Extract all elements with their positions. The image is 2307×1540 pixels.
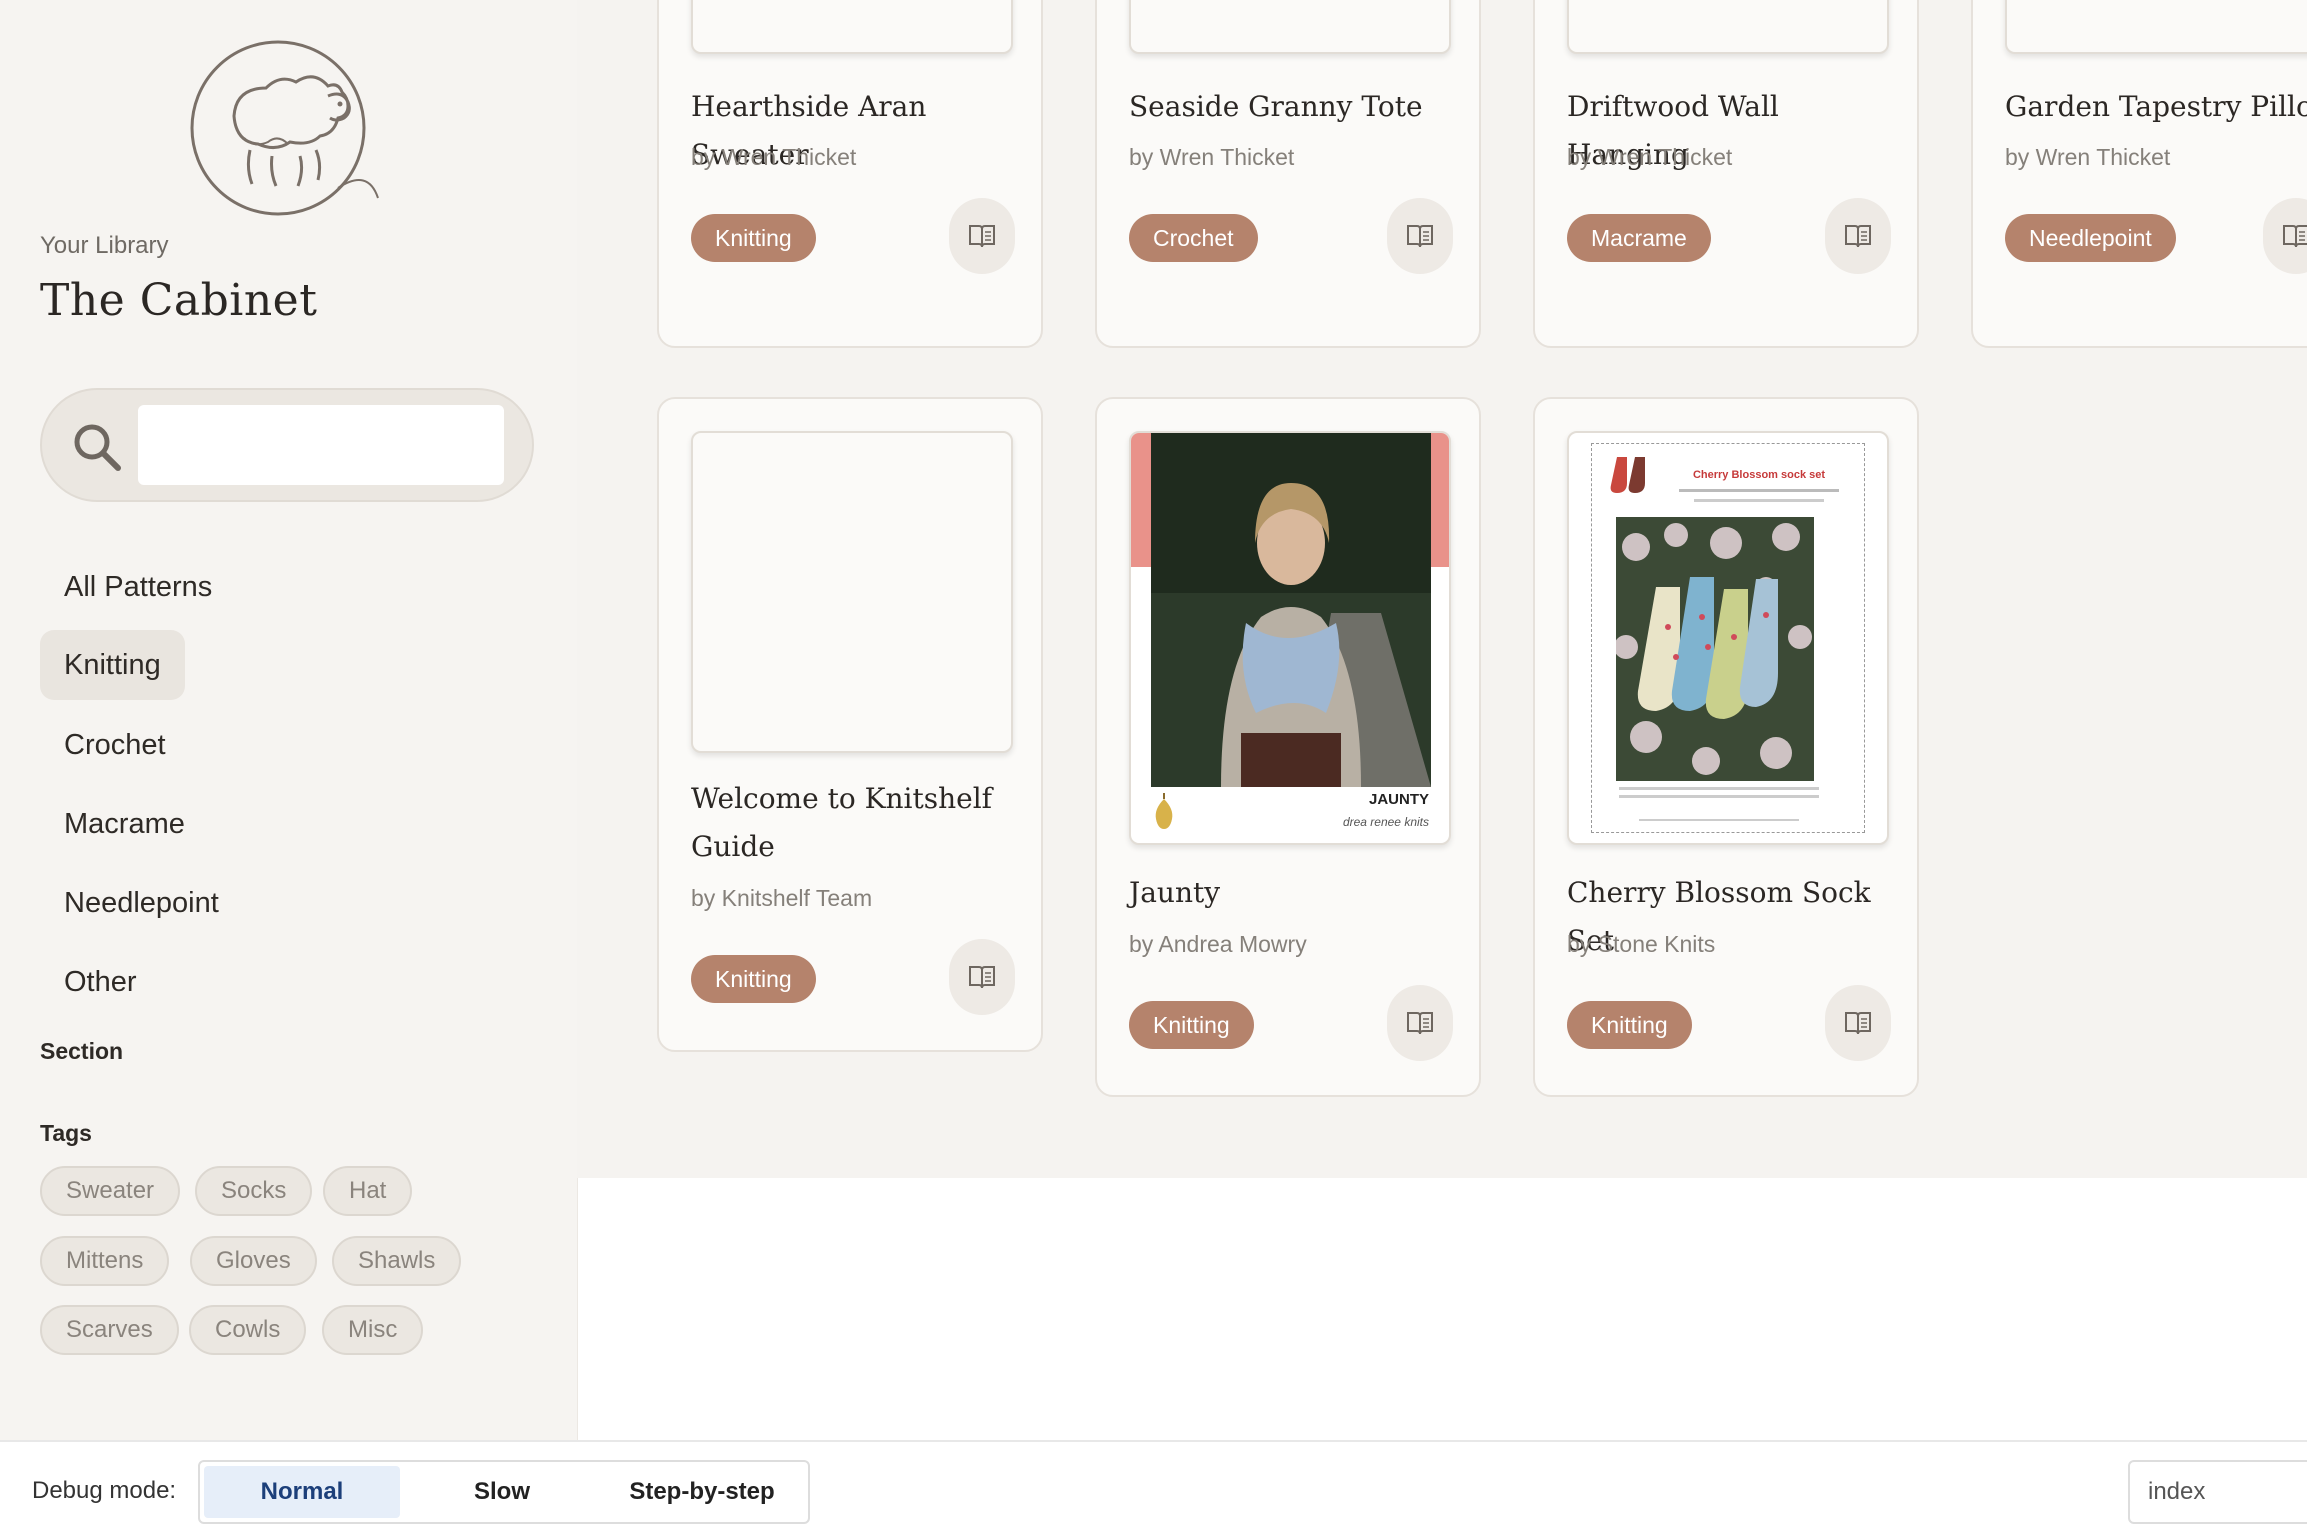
open-pattern-button[interactable] xyxy=(949,939,1015,1015)
nav-item-crochet[interactable]: Crochet xyxy=(40,710,190,780)
nav-item-other[interactable]: Other xyxy=(40,947,161,1017)
pattern-card[interactable]: Welcome to Knitshelf Guide by Knitshelf … xyxy=(657,397,1043,1052)
library-subtitle: Your Library xyxy=(40,232,169,259)
open-pattern-button[interactable] xyxy=(1825,985,1891,1061)
book-icon xyxy=(1845,1012,1871,1035)
card-author: by Wren Thicket xyxy=(1567,144,1733,170)
card-category-badge[interactable]: Knitting xyxy=(1567,1001,1692,1049)
tag-socks[interactable]: Socks xyxy=(195,1166,313,1216)
card-author: by Stone Knits xyxy=(1567,931,1716,957)
pattern-cover-jaunty[interactable]: JAUNTY drea renee knits xyxy=(1129,431,1451,845)
debug-bar: Debug mode: Normal Slow Step-by-step xyxy=(0,1440,2307,1540)
cover-logo-icon xyxy=(1151,793,1181,833)
cover-photo-woman-scarf xyxy=(1151,433,1431,787)
cover-brand: drea renee knits xyxy=(1342,815,1429,829)
card-category-badge[interactable]: Knitting xyxy=(691,214,816,262)
tag-misc[interactable]: Misc xyxy=(322,1305,424,1355)
book-icon xyxy=(1407,225,1433,248)
route-input[interactable] xyxy=(2128,1460,2307,1524)
cover-photo-socks-blossoms xyxy=(1616,517,1814,781)
book-icon xyxy=(969,966,995,989)
card-author: by Wren Thicket xyxy=(2005,144,2171,170)
tag-hat[interactable]: Hat xyxy=(323,1166,413,1216)
debug-mode-switch: Normal Slow Step-by-step xyxy=(198,1460,810,1524)
nav-item-all-patterns[interactable]: All Patterns xyxy=(40,552,236,622)
card-author: by Knitshelf Team xyxy=(691,885,873,911)
card-title: Garden Tapestry Pillow xyxy=(2005,90,2307,123)
debug-mode-normal[interactable]: Normal xyxy=(204,1466,400,1518)
nav-item-macrame[interactable]: Macrame xyxy=(40,789,209,859)
card-author: by Wren Thicket xyxy=(1129,144,1295,170)
open-pattern-button[interactable] xyxy=(1387,198,1453,274)
open-pattern-button[interactable] xyxy=(2263,198,2307,274)
section-label: Section xyxy=(40,1038,124,1064)
pattern-grid: Hearthside Aran Sweater by Wren Thicket … xyxy=(577,0,2307,1178)
pattern-card[interactable]: Garden Tapestry Pillow by Wren Thicket N… xyxy=(1971,0,2307,348)
debug-mode-label: Debug mode: xyxy=(32,1477,177,1504)
pattern-cover[interactable] xyxy=(1129,0,1451,54)
cover-sock-doodle-icon xyxy=(1610,457,1645,493)
book-icon xyxy=(1407,1012,1433,1035)
cover-pattern-name: JAUNTY xyxy=(1368,791,1429,808)
open-pattern-button[interactable] xyxy=(949,198,1015,274)
pattern-card[interactable]: JAUNTY drea renee knits Jaunty by Andrea… xyxy=(1095,397,1481,1097)
pattern-card[interactable]: Seaside Granny Tote by Wren Thicket Croc… xyxy=(1095,0,1481,348)
open-pattern-button[interactable] xyxy=(1387,985,1453,1061)
open-pattern-button[interactable] xyxy=(1825,198,1891,274)
tag-scarves[interactable]: Scarves xyxy=(40,1305,179,1355)
nav-item-knitting[interactable]: Knitting xyxy=(40,630,185,700)
search-icon xyxy=(74,424,121,471)
pattern-card[interactable]: Driftwood Wall Hanging by Wren Thicket M… xyxy=(1533,0,1919,348)
search-box xyxy=(40,388,534,502)
tag-mittens[interactable]: Mittens xyxy=(40,1236,170,1286)
card-title: Jaunty xyxy=(1129,876,1221,909)
cover-heading: Cherry Blossom sock set xyxy=(1692,469,1826,481)
pattern-cover[interactable] xyxy=(691,431,1013,753)
debug-mode-slow[interactable]: Slow xyxy=(404,1466,600,1518)
pattern-cover[interactable] xyxy=(2005,0,2307,54)
library-title: The Cabinet xyxy=(40,275,318,326)
tag-gloves[interactable]: Gloves xyxy=(190,1236,317,1286)
card-author: by Andrea Mowry xyxy=(1129,931,1307,957)
card-category-badge[interactable]: Knitting xyxy=(1129,1001,1254,1049)
pattern-card[interactable]: Cherry Blossom sock set Cherry Blossom S… xyxy=(1533,397,1919,1097)
tag-cowls[interactable]: Cowls xyxy=(189,1305,307,1355)
search-input[interactable] xyxy=(138,405,504,485)
book-icon xyxy=(969,225,995,248)
card-category-badge[interactable]: Needlepoint xyxy=(2005,214,2176,262)
pattern-cover[interactable] xyxy=(691,0,1013,54)
book-icon xyxy=(2283,225,2307,248)
tag-sweater[interactable]: Sweater xyxy=(40,1166,181,1216)
card-title: Seaside Granny Tote xyxy=(1129,90,1423,123)
sidebar: Your Library The Cabinet All Patterns Kn… xyxy=(0,0,578,1440)
card-author: by Wren Thicket xyxy=(691,144,857,170)
pattern-cover[interactable] xyxy=(1567,0,1889,54)
pattern-card[interactable]: Hearthside Aran Sweater by Wren Thicket … xyxy=(657,0,1043,348)
card-category-badge[interactable]: Knitting xyxy=(691,955,816,1003)
card-category-badge[interactable]: Crochet xyxy=(1129,214,1258,262)
book-icon xyxy=(1845,225,1871,248)
card-title: Welcome to Knitshelf Guide xyxy=(691,782,993,863)
tag-shawls[interactable]: Shawls xyxy=(332,1236,462,1286)
tags-label: Tags xyxy=(40,1120,92,1146)
sheep-logo-icon xyxy=(190,40,379,216)
card-category-badge[interactable]: Macrame xyxy=(1567,214,1711,262)
debug-mode-step-by-step[interactable]: Step-by-step xyxy=(604,1466,800,1518)
nav-item-needlepoint[interactable]: Needlepoint xyxy=(40,868,243,938)
pattern-cover-cherry-blossom[interactable]: Cherry Blossom sock set xyxy=(1567,431,1889,845)
